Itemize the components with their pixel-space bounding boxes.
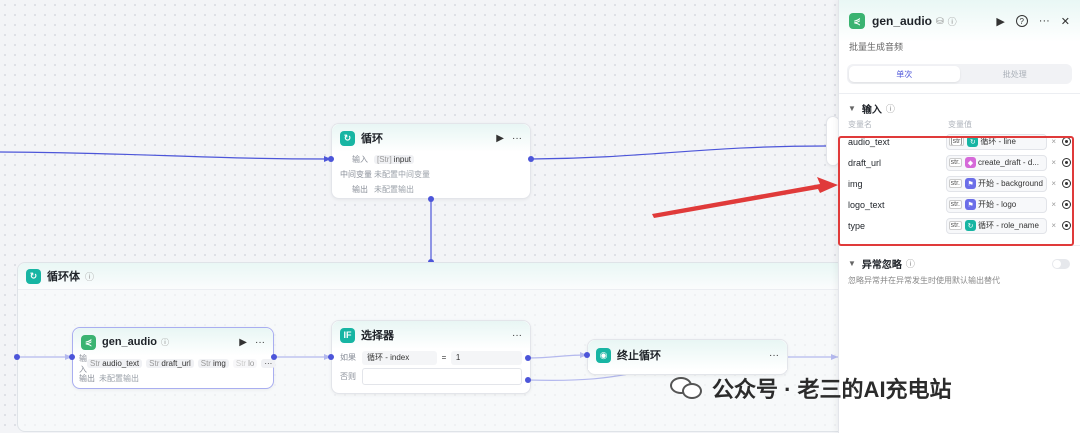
chevron-down-icon[interactable]: ▼	[848, 259, 856, 268]
param-name: audio_text	[102, 359, 140, 368]
plugin-icon: ⋞	[849, 13, 865, 29]
wechat-icon	[670, 375, 704, 401]
input-port[interactable]	[328, 354, 334, 360]
help-icon[interactable]: ?	[1015, 15, 1028, 27]
column-header-value: 变量值	[948, 120, 972, 129]
input-port[interactable]	[584, 352, 590, 358]
input-label: 输入	[352, 155, 368, 164]
loop-icon: ↻	[340, 130, 355, 146]
output-value: 未配置输出	[374, 185, 414, 194]
input-port[interactable]	[328, 156, 334, 162]
loop-body-title: 循环体	[47, 271, 80, 283]
more-icon[interactable]: ···	[1039, 15, 1050, 27]
watermark-text: 公众号 · 老三的AI充电站	[712, 377, 952, 402]
type-tag: Str	[235, 359, 247, 368]
watermark: 公众号 · 老三的AI充电站	[670, 372, 952, 404]
param-name: draft_url	[161, 359, 191, 368]
output-label: 输出	[352, 185, 368, 194]
output-label: 输出	[79, 374, 95, 383]
selector-node[interactable]: IF 选择器 ··· 如果 循环 - index = 1 否则	[331, 320, 531, 394]
condition-operator[interactable]: =	[437, 353, 451, 362]
more-icon[interactable]: ···	[255, 337, 265, 348]
condition-left[interactable]: 循环 - index	[362, 350, 438, 365]
plugin-icon: ⋞	[81, 334, 96, 350]
exception-section-header[interactable]: ▼ 异常忽略 ⓘ	[839, 252, 1080, 274]
close-icon[interactable]: ✕	[1061, 15, 1070, 28]
input-label: 输入	[79, 353, 87, 374]
stop-loop-node[interactable]: ◉ 终止循环 ···	[587, 339, 788, 375]
type-tag: [Str]	[377, 155, 392, 164]
output-port[interactable]	[528, 156, 534, 162]
run-icon[interactable]: ▶	[996, 15, 1004, 28]
condition-icon: IF	[340, 327, 355, 343]
node-title: 循环	[361, 133, 383, 145]
more-params[interactable]: ···	[261, 359, 276, 368]
tab-batch[interactable]: 批处理	[960, 66, 1071, 82]
output-value: 未配置输出	[99, 374, 139, 383]
info-icon[interactable]: ⓘ	[948, 15, 957, 28]
input-value: input	[393, 155, 412, 164]
exception-toggle[interactable]	[1052, 259, 1070, 269]
node-title: 终止循环	[617, 350, 661, 362]
if-label: 如果	[340, 353, 356, 362]
annotation-arrow	[652, 177, 838, 218]
column-header-name: 变量名	[848, 120, 872, 129]
output-port[interactable]	[271, 354, 277, 360]
mid-label: 中间变量	[340, 170, 372, 179]
info-icon[interactable]: ⓘ	[886, 102, 895, 115]
info-icon[interactable]: ⓘ	[85, 270, 94, 283]
else-branch[interactable]	[362, 367, 522, 385]
mid-value: 未配置中间变量	[374, 170, 430, 179]
condition-right[interactable]: 1	[450, 350, 522, 365]
gen-audio-node[interactable]: ⋞ gen_audio ⓘ ▶ ··· 输入 Str audio_text Str…	[72, 327, 276, 389]
run-icon[interactable]: ▶	[496, 133, 504, 144]
input-section-header[interactable]: ▼ 输入 ⓘ	[839, 97, 1080, 119]
body-port[interactable]	[428, 196, 434, 202]
mode-tabs: 单次 批处理	[847, 64, 1072, 84]
node-title: gen_audio	[102, 336, 158, 348]
more-icon[interactable]: ···	[512, 330, 522, 341]
param-name: img	[212, 359, 226, 368]
loop-icon: ↻	[26, 268, 41, 284]
more-icon[interactable]: ···	[769, 350, 779, 361]
body-start-port[interactable]	[14, 354, 20, 360]
tab-single[interactable]: 单次	[849, 66, 960, 82]
run-icon[interactable]: ▶	[239, 337, 247, 348]
section-title: 异常忽略	[861, 259, 902, 271]
param-name: lo	[248, 359, 255, 368]
more-icon[interactable]: ···	[512, 133, 522, 144]
else-label: 否则	[340, 371, 356, 381]
exception-description: 忽略异常并在异常发生时使用默认输出替代	[848, 276, 1000, 285]
else-port[interactable]	[525, 377, 531, 383]
highlight-box	[838, 136, 1074, 246]
section-title: 输入	[861, 104, 882, 116]
chevron-down-icon[interactable]: ▼	[848, 104, 856, 113]
info-icon[interactable]: ⓘ	[906, 257, 915, 270]
node-title: 选择器	[361, 330, 394, 342]
stop-icon: ◉	[596, 347, 611, 363]
panel-description: 批量生成音频	[849, 42, 904, 52]
info-icon: ⓘ	[161, 337, 170, 347]
type-tag: Str	[200, 359, 211, 368]
loop-node[interactable]: ↻ 循环 ▶ ··· 输入 [Str] input 中间变量 未配置中间变量 输出 未配…	[331, 123, 531, 199]
panel-title: gen_audio	[872, 14, 933, 28]
type-tag: Str	[149, 359, 160, 368]
box-icon: ⛁	[936, 15, 944, 26]
type-tag: Str	[90, 359, 101, 368]
input-port[interactable]	[69, 354, 75, 360]
if-port[interactable]	[525, 355, 531, 361]
